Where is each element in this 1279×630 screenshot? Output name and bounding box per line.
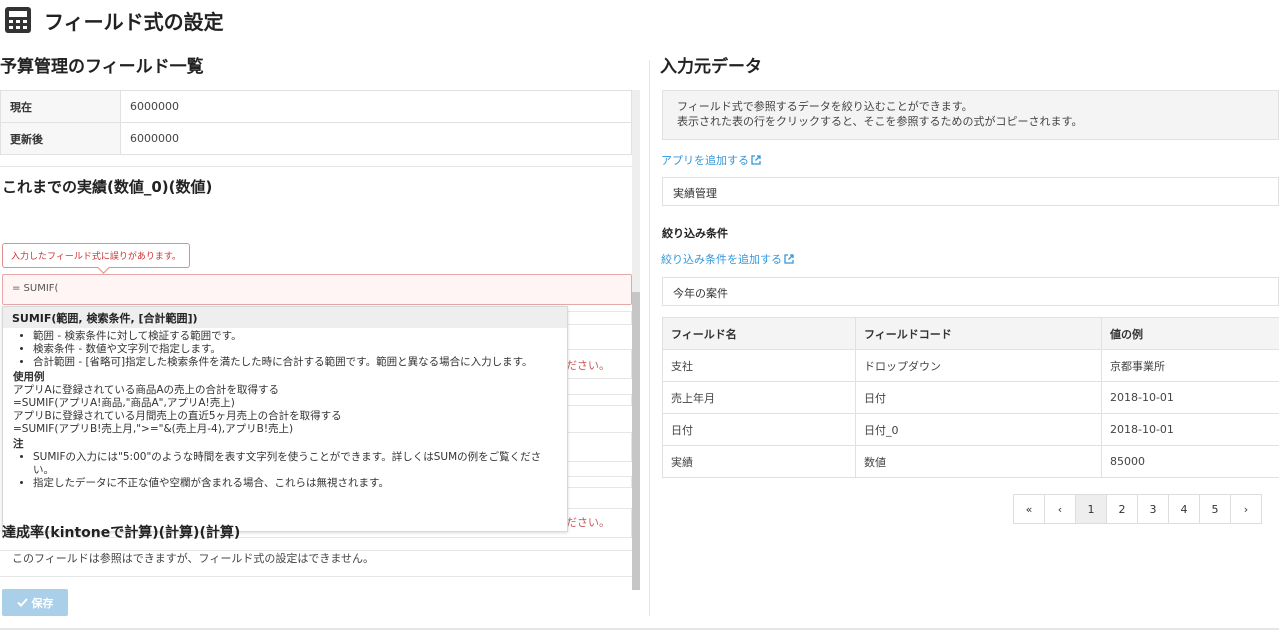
right-column: 入力元データ フィールド式で参照するデータを絞り込むことができます。 表示された… — [660, 52, 1279, 630]
pagination: « ‹ 1 2 3 4 5 › — [1013, 494, 1262, 524]
table-cell: 2018-10-01 — [1101, 381, 1279, 414]
scrollbar-thumb[interactable] — [632, 292, 640, 590]
table-row: 更新後 6000000 — [0, 122, 632, 155]
pager-first[interactable]: « — [1013, 494, 1045, 524]
table-cell: 京都事業所 — [1101, 349, 1279, 382]
function-signature[interactable]: SUMIF(範囲, 検索条件, [合計範囲]) — [3, 307, 567, 328]
external-link-icon — [784, 254, 794, 264]
column-header: 値の例 — [1101, 317, 1279, 350]
table-row[interactable]: 売上年月 日付 2018-10-01 — [662, 381, 1279, 414]
source-data-title: 入力元データ — [660, 57, 762, 77]
page-header: フィールド式の設定 — [4, 4, 224, 36]
field-list-title: 予算管理のフィールド一覧 — [0, 57, 204, 77]
save-button-label: 保存 — [31, 597, 54, 610]
add-filter-link-label: 絞り込み条件を追加する — [661, 253, 782, 266]
table-cell: 2018-10-01 — [1101, 413, 1279, 446]
add-app-link[interactable]: アプリを追加する — [661, 152, 761, 168]
pager-page-5[interactable]: 5 — [1199, 494, 1231, 524]
divider — [0, 166, 632, 167]
list-item: 検索条件 - 数値や文字列で指定します。 — [33, 343, 559, 356]
add-app-link-label: アプリを追加する — [661, 154, 749, 167]
list-item: 合計範囲 - [省略可]指定した検索条件を満たした時に合計する範囲です。範囲と異… — [33, 356, 559, 369]
example-line: アプリAに登録されている商品Aの売上の合計を取得する — [13, 384, 280, 396]
function-help: 範囲 - 検索条件に対して検証する範囲です。 検索条件 - 数値や文字列で指定し… — [3, 328, 567, 490]
table-cell: 実績 — [662, 445, 856, 478]
add-filter-link[interactable]: 絞り込み条件を追加する — [661, 251, 794, 267]
source-field-table: フィールド名 フィールドコード 値の例 支社 ドロップダウン 京都事業所 売上年… — [662, 317, 1279, 478]
table-cell: 日付 — [855, 381, 1102, 414]
pager-next[interactable]: › — [1230, 494, 1262, 524]
param-list: 範囲 - 検索条件に対して検証する範囲です。 検索条件 - 数値や文字列で指定し… — [13, 330, 559, 369]
budget-value-table: 現在 6000000 更新後 6000000 — [0, 90, 632, 155]
note-heading: 注 — [13, 438, 24, 450]
example-line: =SUMIF(アプリA!商品,"商品A",アプリA!売上) — [13, 397, 235, 409]
row-key: 現在 — [0, 90, 121, 123]
divider — [0, 576, 632, 577]
note-list: SUMIFの入力には"5:00"のような時間を表す文字列を使うことができます。詳… — [13, 451, 559, 490]
formula-error-tooltip: 入力したフィールド式に誤りがあります。 — [2, 243, 190, 268]
table-cell: ドロップダウン — [855, 349, 1102, 382]
app-select[interactable]: 実績管理 — [662, 177, 1279, 206]
left-column: 予算管理のフィールド一覧 現在 6000000 更新後 6000000 これまで… — [0, 52, 640, 630]
filter-select[interactable]: 今年の案件 — [662, 277, 1279, 306]
list-item: 範囲 - 検索条件に対して検証する範囲です。 — [33, 330, 559, 343]
info-line: フィールド式で参照するデータを絞り込むことができます。 — [677, 100, 973, 113]
table-cell: 日付 — [662, 413, 856, 446]
example-line: =SUMIF(アプリB!売上月,">="&(売上月-4),アプリB!売上) — [13, 423, 294, 435]
calculator-icon — [5, 7, 31, 33]
field-list-scroll-area[interactable]: 現在 6000000 更新後 6000000 これまでの実績(数値_0)(数値)… — [0, 90, 640, 590]
field-title-actual: これまでの実績(数値_0)(数値) — [2, 178, 213, 196]
table-row[interactable]: 日付 日付_0 2018-10-01 — [662, 413, 1279, 446]
pager-page-4[interactable]: 4 — [1168, 494, 1200, 524]
column-divider — [649, 60, 650, 616]
filter-title: 絞り込み条件 — [662, 227, 728, 240]
row-value: 6000000 — [120, 90, 632, 123]
hidden-error-text: ださい。 — [566, 516, 610, 529]
table-row[interactable]: 実績 数値 85000 — [662, 445, 1279, 478]
example-heading: 使用例 — [13, 371, 45, 383]
row-key: 更新後 — [0, 122, 121, 155]
table-row: 現在 6000000 — [0, 90, 632, 123]
save-button[interactable]: 保存 — [2, 589, 68, 616]
table-header-row: フィールド名 フィールドコード 値の例 — [662, 317, 1279, 350]
readonly-field-note: このフィールドは参照はできますが、フィールド式の設定はできません。 — [12, 552, 375, 565]
list-item: SUMIFの入力には"5:00"のような時間を表す文字列を使うことができます。詳… — [33, 451, 559, 477]
table-cell: 数値 — [855, 445, 1102, 478]
table-cell: 売上年月 — [662, 381, 856, 414]
info-box: フィールド式で参照するデータを絞り込むことができます。 表示された表の行をクリッ… — [662, 90, 1279, 140]
table-row[interactable]: 支社 ドロップダウン 京都事業所 — [662, 349, 1279, 382]
pager-page-3[interactable]: 3 — [1137, 494, 1169, 524]
row-value: 6000000 — [120, 122, 632, 155]
table-cell: 85000 — [1101, 445, 1279, 478]
column-header: フィールド名 — [662, 317, 856, 350]
pager-page-2[interactable]: 2 — [1106, 494, 1138, 524]
hidden-error-text: ださい。 — [566, 359, 610, 372]
example-line: アプリBに登録されている月間売上の直近5ヶ月売上の合計を取得する — [13, 410, 342, 422]
formula-input[interactable]: = SUMIF( — [2, 274, 632, 305]
table-cell: 日付_0 — [855, 413, 1102, 446]
info-line: 表示された表の行をクリックすると、そこを参照するための式がコピーされます。 — [677, 115, 1083, 128]
page-title: フィールド式の設定 — [44, 9, 224, 34]
pager-page-1[interactable]: 1 — [1075, 494, 1107, 524]
list-item: 指定したデータに不正な値や空欄が含まれる場合、これらは無視されます。 — [33, 477, 559, 490]
check-icon — [16, 598, 28, 607]
table-cell: 支社 — [662, 349, 856, 382]
column-header: フィールドコード — [855, 317, 1102, 350]
field-title-achievement: 達成率(kintoneで計算)(計算)(計算) — [2, 525, 241, 541]
formula-autocomplete-popup[interactable]: SUMIF(範囲, 検索条件, [合計範囲]) 範囲 - 検索条件に対して検証す… — [2, 306, 568, 532]
pager-prev[interactable]: ‹ — [1044, 494, 1076, 524]
external-link-icon — [751, 155, 761, 165]
